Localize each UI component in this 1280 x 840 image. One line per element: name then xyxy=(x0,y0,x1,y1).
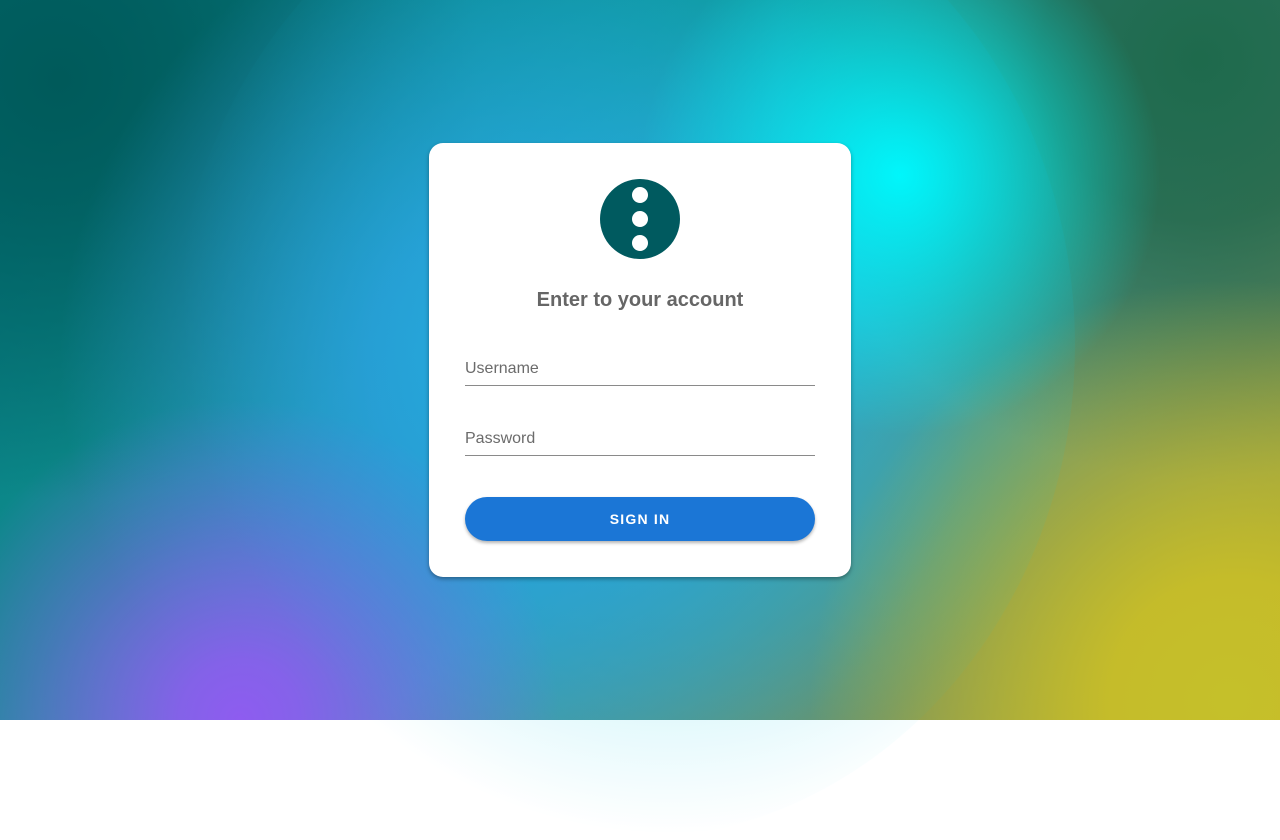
logo-dot xyxy=(632,211,648,227)
login-title: Enter to your account xyxy=(536,289,744,311)
username-field-container xyxy=(465,355,815,386)
login-card: Enter to your account SIGN IN xyxy=(429,143,851,577)
username-input[interactable] xyxy=(465,355,815,383)
sign-in-button[interactable]: SIGN IN xyxy=(465,497,815,541)
three-dots-vertical-icon xyxy=(600,179,680,259)
logo-dot xyxy=(632,187,648,203)
logo-dot xyxy=(632,235,648,251)
password-field-container xyxy=(465,425,815,456)
password-input[interactable] xyxy=(465,425,815,453)
